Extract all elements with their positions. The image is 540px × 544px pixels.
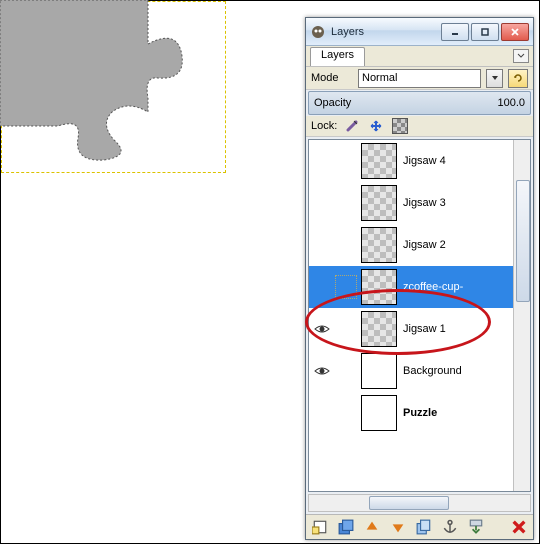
layer-group-button[interactable] <box>338 519 354 535</box>
layer-name[interactable]: Jigsaw 2 <box>403 239 446 251</box>
lower-layer-button[interactable] <box>390 519 406 535</box>
horizontal-scrollbar[interactable] <box>308 494 531 512</box>
opacity-slider[interactable]: Opacity 100.0 <box>308 91 531 115</box>
tab-menu-button[interactable] <box>513 49 529 63</box>
layer-thumbnail[interactable] <box>361 143 397 179</box>
new-layer-button[interactable] <box>312 519 328 535</box>
mode-reset-button[interactable] <box>508 69 528 88</box>
merge-down-button[interactable] <box>468 519 484 535</box>
lock-position-button[interactable] <box>367 117 385 135</box>
anchor-layer-button[interactable] <box>442 519 458 535</box>
layer-thumbnail[interactable] <box>361 269 397 305</box>
minimize-button[interactable] <box>441 23 469 41</box>
duplicate-layer-button[interactable] <box>416 519 432 535</box>
layers-list-frame: Jigsaw 4 Jigsaw 3 Jigsaw 2 zcoffee-cup- <box>308 139 531 492</box>
mode-dropdown-button[interactable] <box>486 69 503 88</box>
layer-row[interactable]: Jigsaw 4 <box>309 140 513 182</box>
layer-name[interactable]: Jigsaw 1 <box>403 323 446 335</box>
layer-thumbnail[interactable] <box>361 227 397 263</box>
close-button[interactable] <box>501 23 529 41</box>
scroll-thumb[interactable] <box>369 496 449 510</box>
mode-select[interactable]: Normal <box>358 69 481 88</box>
raise-layer-button[interactable] <box>364 519 380 535</box>
layer-row[interactable]: Jigsaw 2 <box>309 224 513 266</box>
layer-name[interactable]: Puzzle <box>403 407 437 419</box>
layer-actions-bar <box>306 514 533 539</box>
layer-thumbnail[interactable] <box>361 395 397 431</box>
tab-layers[interactable]: Layers <box>310 47 365 66</box>
opacity-label: Opacity <box>314 97 351 109</box>
layer-row[interactable]: zcoffee-cup- <box>309 266 513 308</box>
titlebar[interactable]: Layers <box>306 18 533 46</box>
lock-label: Lock: <box>311 120 337 132</box>
layer-thumbnail[interactable] <box>361 185 397 221</box>
layer-name[interactable]: Jigsaw 3 <box>403 197 446 209</box>
layer-row[interactable]: Puzzle <box>309 392 513 434</box>
layers-window: Layers Layers Mode Normal Opacity 100.0 … <box>305 17 534 540</box>
scroll-thumb[interactable] <box>516 180 530 302</box>
lock-pixels-button[interactable] <box>343 117 361 135</box>
layer-row[interactable]: Jigsaw 1 <box>309 308 513 350</box>
layer-thumbnail[interactable] <box>361 353 397 389</box>
visibility-toggle[interactable] <box>309 323 335 335</box>
window-title: Layers <box>331 26 441 38</box>
layer-name[interactable]: Jigsaw 4 <box>403 155 446 167</box>
layer-name[interactable]: Background <box>403 365 462 377</box>
puzzle-piece <box>0 0 226 172</box>
layer-name[interactable]: zcoffee-cup- <box>403 281 463 293</box>
layers-list[interactable]: Jigsaw 4 Jigsaw 3 Jigsaw 2 zcoffee-cup- <box>309 140 513 491</box>
visibility-toggle[interactable] <box>309 365 335 377</box>
delete-layer-button[interactable] <box>511 519 527 535</box>
mode-label: Mode <box>311 72 353 84</box>
lock-row: Lock: <box>306 116 533 137</box>
mode-row: Mode Normal <box>306 67 533 90</box>
dock-tabs: Layers <box>306 46 533 67</box>
gimp-icon <box>310 24 326 40</box>
link-toggle[interactable] <box>335 275 361 299</box>
layer-row[interactable]: Background <box>309 350 513 392</box>
lock-alpha-button[interactable] <box>391 117 409 135</box>
layer-row[interactable]: Jigsaw 3 <box>309 182 513 224</box>
opacity-value: 100.0 <box>497 97 525 109</box>
layer-thumbnail[interactable] <box>361 311 397 347</box>
vertical-scrollbar[interactable] <box>513 140 530 491</box>
maximize-button[interactable] <box>471 23 499 41</box>
